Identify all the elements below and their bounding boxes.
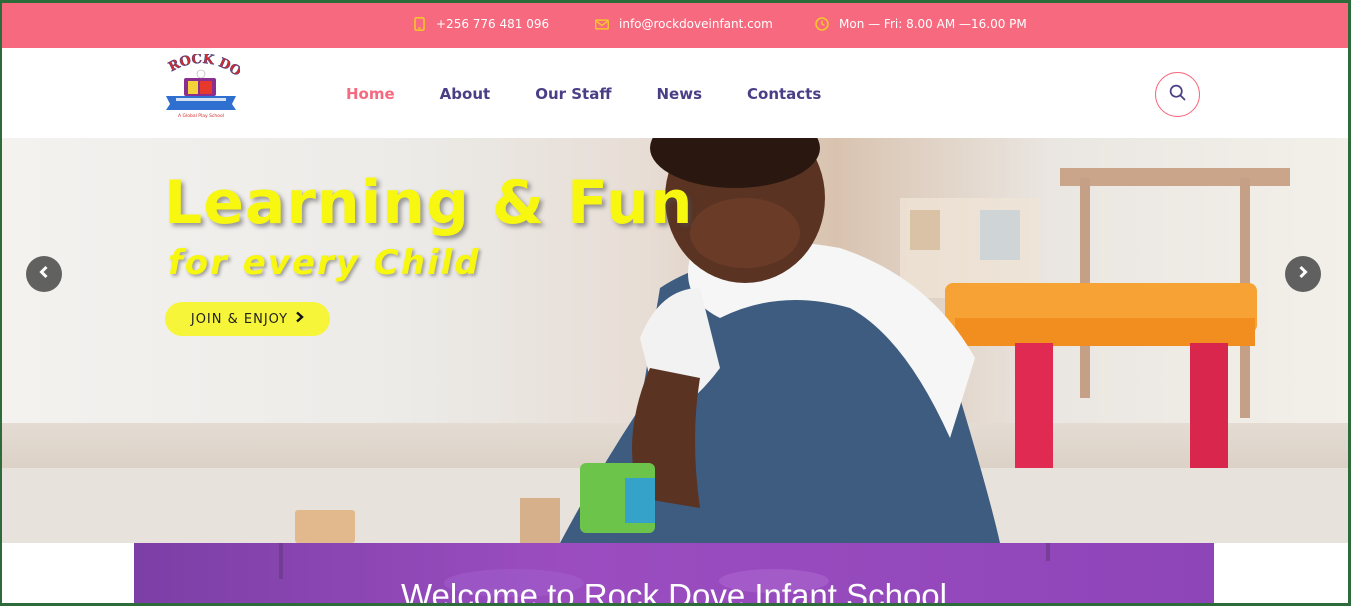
main-navigation: Home About Our Staff News Contacts xyxy=(346,85,866,103)
join-enjoy-button[interactable]: JOIN & ENJOY xyxy=(165,302,330,336)
phone-number: +256 776 481 096 xyxy=(436,17,550,31)
site-header: ROCK DOVE A Global Play School Home Abou… xyxy=(0,43,1348,138)
opening-hours: Mon — Fri: 8.00 AM —16.00 PM xyxy=(815,17,1027,31)
envelope-icon xyxy=(595,17,609,31)
email-address: info@rockdoveinfant.com xyxy=(619,17,773,31)
slider-prev-button[interactable] xyxy=(26,256,62,292)
hours-text: Mon — Fri: 8.00 AM —16.00 PM xyxy=(839,17,1027,31)
logo-tagline: A Global Play School xyxy=(178,113,224,119)
nav-contacts[interactable]: Contacts xyxy=(747,85,821,103)
search-button[interactable] xyxy=(1155,72,1200,117)
hero-slider: Learning & Fun for every Child JOIN & EN… xyxy=(0,138,1348,543)
phone-contact[interactable]: +256 776 481 096 xyxy=(412,17,549,31)
phone-icon xyxy=(412,17,426,31)
nav-our-staff[interactable]: Our Staff xyxy=(535,85,611,103)
window-frame-left xyxy=(0,0,2,606)
nav-about[interactable]: About xyxy=(440,85,491,103)
school-logo[interactable]: ROCK DOVE A Global Play School xyxy=(156,43,244,120)
email-contact[interactable]: info@rockdoveinfant.com xyxy=(595,17,773,31)
chevron-right-icon xyxy=(1297,265,1309,284)
join-enjoy-label: JOIN & ENJOY xyxy=(190,311,289,327)
chevron-right-icon xyxy=(295,311,304,327)
window-frame-top xyxy=(0,0,1351,3)
nav-news[interactable]: News xyxy=(656,85,702,103)
welcome-banner: Welcome to Rock Dove Infant School xyxy=(134,543,1214,606)
chevron-left-icon xyxy=(38,265,50,284)
nav-home[interactable]: Home xyxy=(346,85,395,103)
search-icon xyxy=(1169,84,1186,106)
top-contact-bar: +256 776 481 096 info@rockdoveinfant.com… xyxy=(0,3,1351,48)
welcome-title: Welcome to Rock Dove Infant School xyxy=(401,577,947,606)
slider-next-button[interactable] xyxy=(1285,256,1321,292)
hero-title: Learning & Fun xyxy=(164,168,694,238)
hero-subtitle: for every Child xyxy=(168,243,481,283)
clock-icon xyxy=(815,17,829,31)
